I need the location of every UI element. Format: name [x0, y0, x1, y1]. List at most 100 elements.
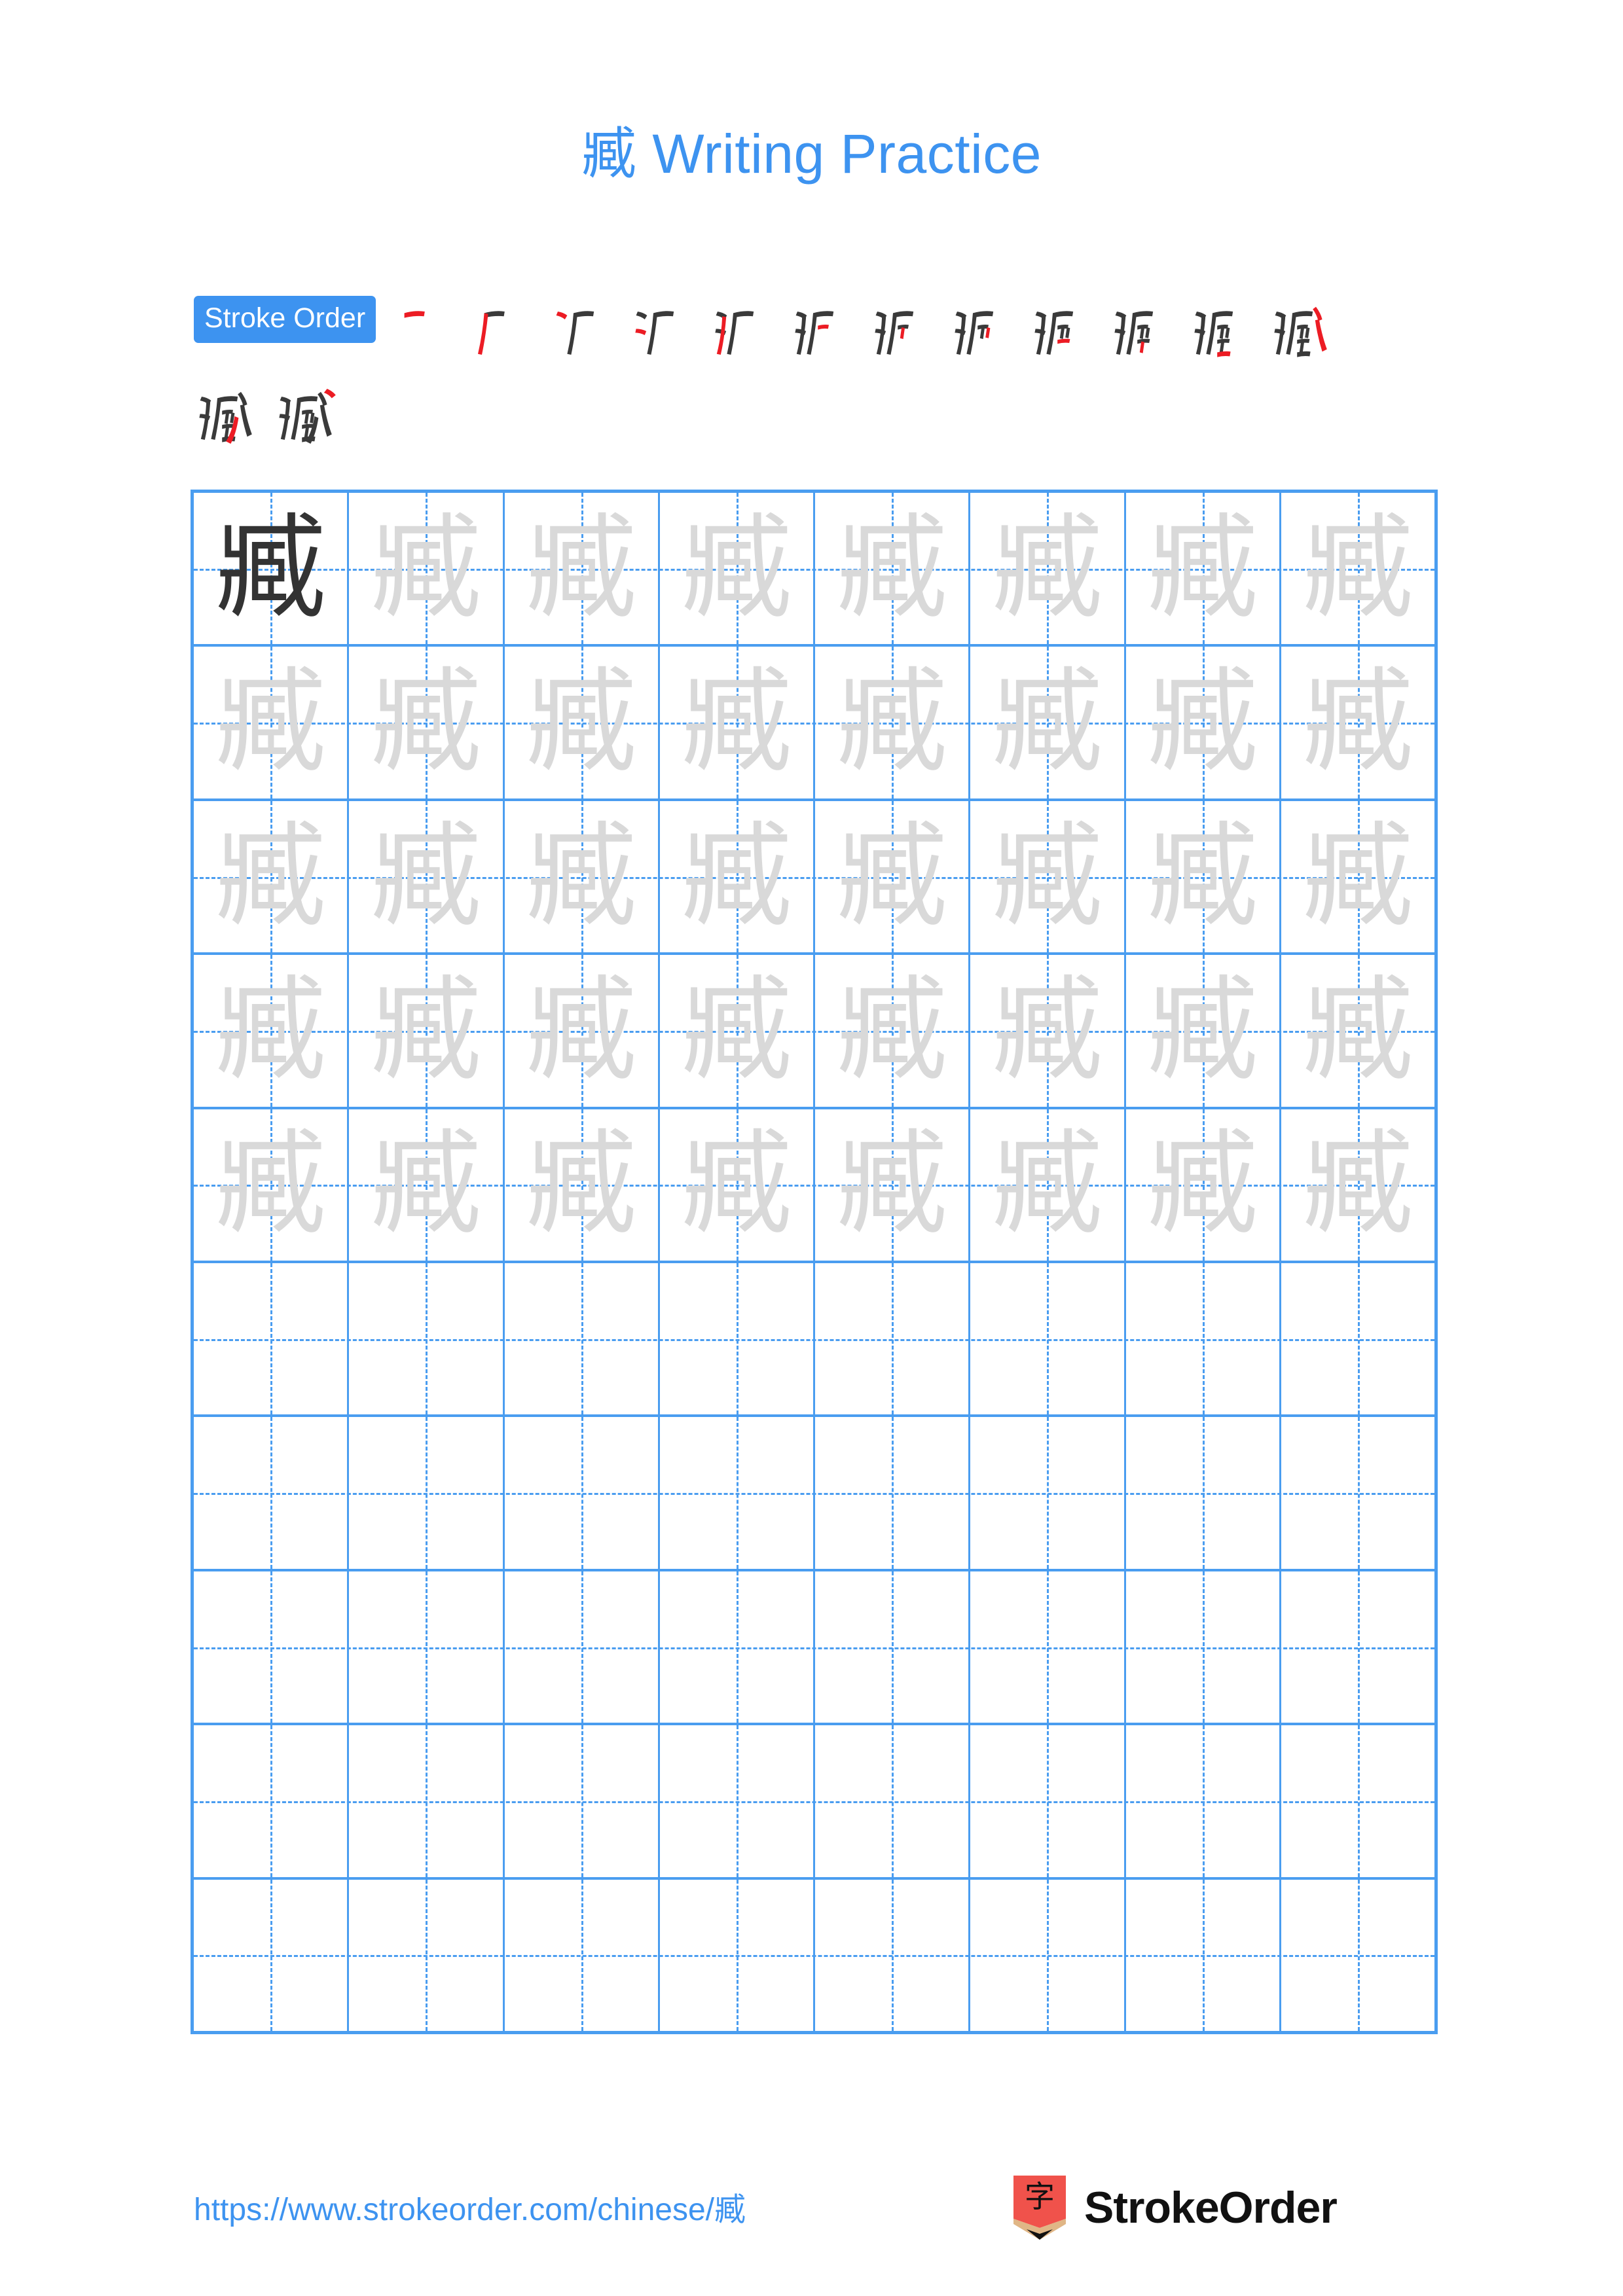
practice-cell[interactable]: 臧: [660, 955, 815, 1107]
practice-cell-empty[interactable]: [660, 1263, 815, 1415]
practice-cell-empty[interactable]: [660, 1417, 815, 1569]
practice-cell-empty[interactable]: [815, 1571, 971, 1723]
practice-cell[interactable]: 臧: [505, 493, 660, 645]
trace-character: 臧: [836, 503, 948, 634]
source-url[interactable]: https://www.strokeorder.com/chinese/臧: [194, 2183, 746, 2229]
practice-cell[interactable]: 臧: [194, 647, 350, 798]
practice-cell-empty[interactable]: [815, 1417, 971, 1569]
practice-cell-empty[interactable]: [1126, 1879, 1281, 2032]
grid-row: [194, 1417, 1434, 1571]
trace-character: 臧: [680, 1120, 792, 1250]
practice-cell-empty[interactable]: [194, 1725, 350, 1877]
practice-cell-empty[interactable]: [505, 1417, 660, 1569]
practice-cell-empty[interactable]: [1281, 1879, 1434, 2032]
practice-cell[interactable]: 臧: [815, 647, 971, 798]
stroke-step-7: [869, 296, 948, 374]
practice-cell[interactable]: 臧: [660, 493, 815, 645]
practice-cell[interactable]: 臧: [1126, 647, 1281, 798]
practice-cell[interactable]: 臧: [970, 955, 1126, 1107]
practice-cell-empty[interactable]: [815, 1879, 971, 2032]
practice-cell[interactable]: 臧: [194, 493, 350, 645]
practice-cell-empty[interactable]: [349, 1417, 505, 1569]
practice-cell[interactable]: 臧: [970, 1109, 1126, 1261]
practice-cell[interactable]: 臧: [815, 955, 971, 1107]
stroke-step-9: [1029, 296, 1108, 374]
trace-character: 臧: [991, 812, 1103, 942]
practice-cell-empty[interactable]: [815, 1725, 971, 1877]
practice-cell[interactable]: 臧: [349, 955, 505, 1107]
practice-cell[interactable]: 臧: [505, 647, 660, 798]
practice-cell-empty[interactable]: [194, 1417, 350, 1569]
practice-cell-empty[interactable]: [815, 1263, 971, 1415]
stroke-step-6-icon: [795, 311, 834, 355]
practice-cell[interactable]: 臧: [815, 800, 971, 953]
practice-cell[interactable]: 臧: [349, 647, 505, 798]
practice-cell-empty[interactable]: [349, 1879, 505, 2032]
stroke-step-4: [630, 296, 708, 374]
practice-cell[interactable]: 臧: [1281, 493, 1434, 645]
practice-cell-empty[interactable]: [194, 1263, 350, 1415]
practice-cell-empty[interactable]: [970, 1725, 1126, 1877]
practice-cell-empty[interactable]: [970, 1571, 1126, 1723]
practice-cell-empty[interactable]: [1281, 1571, 1434, 1723]
practice-cell[interactable]: 臧: [660, 647, 815, 798]
trace-character: 臧: [370, 658, 482, 788]
practice-cell-empty[interactable]: [970, 1417, 1126, 1569]
practice-cell-empty[interactable]: [970, 1879, 1126, 2032]
practice-cell-empty[interactable]: [970, 1263, 1126, 1415]
practice-cell[interactable]: 臧: [660, 800, 815, 953]
practice-cell-empty[interactable]: [194, 1571, 350, 1723]
practice-cell[interactable]: 臧: [349, 800, 505, 953]
practice-cell-empty[interactable]: [505, 1571, 660, 1723]
practice-cell-empty[interactable]: [660, 1725, 815, 1877]
practice-cell[interactable]: 臧: [660, 1109, 815, 1261]
practice-cell-empty[interactable]: [1126, 1417, 1281, 1569]
stroke-step-11: [1189, 296, 1267, 374]
brand-footer: 字 StrokeOrder: [1012, 2172, 1338, 2244]
trace-character: 臧: [525, 503, 637, 634]
stroke-step-1-icon: [404, 311, 425, 318]
practice-cell-empty[interactable]: [349, 1571, 505, 1723]
practice-cell[interactable]: 臧: [194, 1109, 350, 1261]
practice-cell-empty[interactable]: [349, 1725, 505, 1877]
practice-cell[interactable]: 臧: [970, 493, 1126, 645]
practice-cell-empty[interactable]: [505, 1725, 660, 1877]
practice-cell[interactable]: 臧: [815, 493, 971, 645]
practice-cell[interactable]: 臧: [505, 955, 660, 1107]
trace-character: 臧: [215, 658, 327, 788]
practice-cell-empty[interactable]: [349, 1263, 505, 1415]
practice-cell[interactable]: 臧: [505, 800, 660, 953]
practice-cell-empty[interactable]: [194, 1879, 350, 2032]
practice-cell-empty[interactable]: [1126, 1571, 1281, 1723]
stroke-order-section: Stroke Order: [194, 296, 1444, 459]
practice-cell[interactable]: 臧: [349, 1109, 505, 1261]
practice-cell[interactable]: 臧: [1126, 955, 1281, 1107]
practice-cell[interactable]: 臧: [1281, 800, 1434, 953]
trace-character: 臧: [1302, 503, 1413, 634]
practice-cell-empty[interactable]: [1126, 1263, 1281, 1415]
practice-cell-empty[interactable]: [1126, 1725, 1281, 1877]
practice-cell[interactable]: 臧: [1126, 1109, 1281, 1261]
practice-cell-empty[interactable]: [660, 1571, 815, 1723]
practice-cell[interactable]: 臧: [1281, 647, 1434, 798]
practice-cell-empty[interactable]: [505, 1263, 660, 1415]
practice-cell[interactable]: 臧: [194, 800, 350, 953]
practice-cell[interactable]: 臧: [970, 647, 1126, 798]
practice-cell[interactable]: 臧: [970, 800, 1126, 953]
practice-cell-empty[interactable]: [660, 1879, 815, 2032]
practice-cell-empty[interactable]: [1281, 1417, 1434, 1569]
trace-character: 臧: [370, 503, 482, 634]
practice-cell[interactable]: 臧: [349, 493, 505, 645]
practice-grid: 臧臧臧臧臧臧臧臧臧臧臧臧臧臧臧臧臧臧臧臧臧臧臧臧臧臧臧臧臧臧臧臧臧臧臧臧臧臧臧臧: [191, 490, 1438, 2034]
practice-cell[interactable]: 臧: [1126, 493, 1281, 645]
practice-cell[interactable]: 臧: [1281, 1109, 1434, 1261]
practice-cell[interactable]: 臧: [815, 1109, 971, 1261]
practice-cell[interactable]: 臧: [1281, 955, 1434, 1107]
practice-cell[interactable]: 臧: [1126, 800, 1281, 953]
grid-row: 臧臧臧臧臧臧臧臧: [194, 493, 1434, 647]
practice-cell[interactable]: 臧: [194, 955, 350, 1107]
practice-cell-empty[interactable]: [1281, 1263, 1434, 1415]
practice-cell[interactable]: 臧: [505, 1109, 660, 1261]
practice-cell-empty[interactable]: [505, 1879, 660, 2032]
practice-cell-empty[interactable]: [1281, 1725, 1434, 1877]
